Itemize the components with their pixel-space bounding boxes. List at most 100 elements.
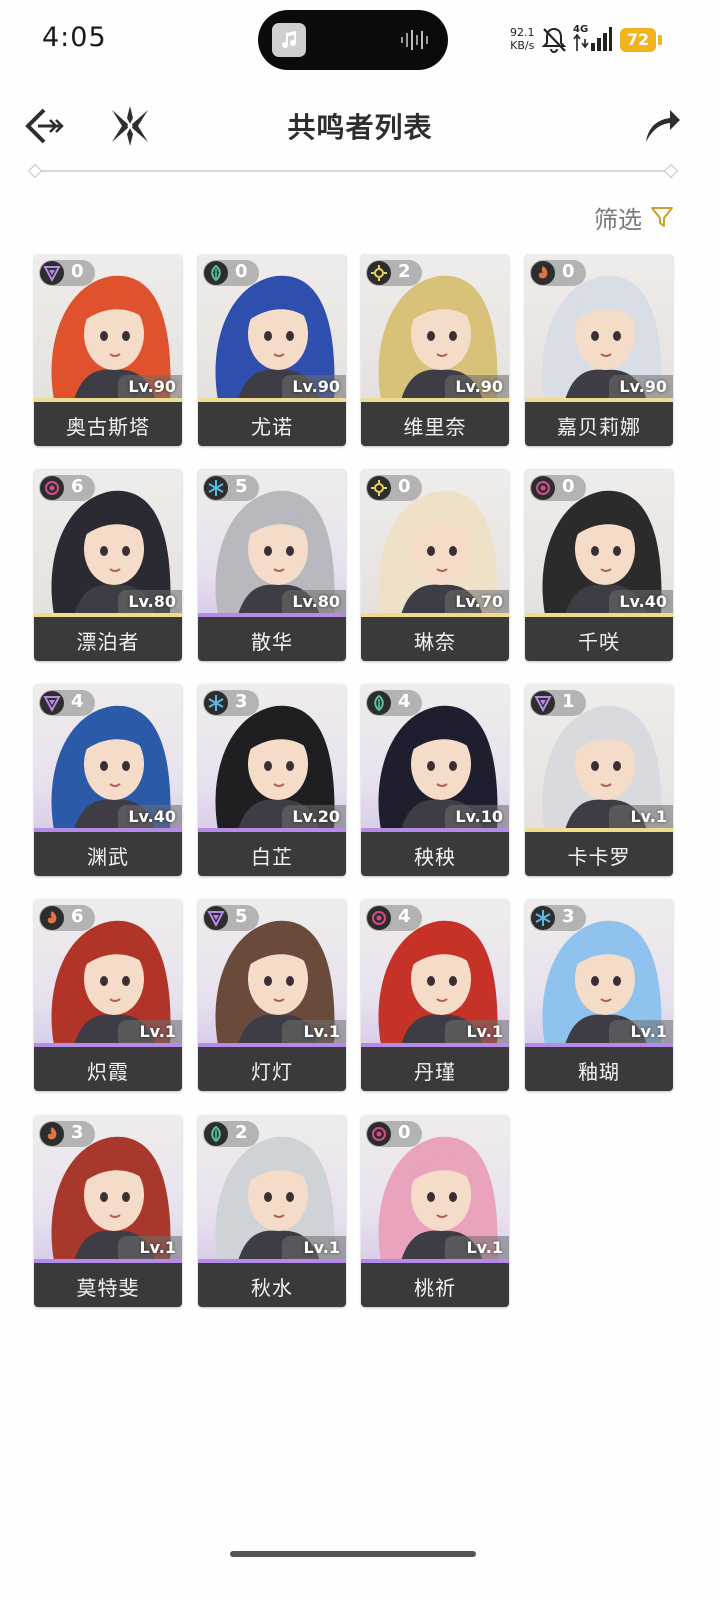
sequence-number: 5	[235, 476, 248, 497]
character-portrait-area: 0 Lv.40	[525, 469, 673, 615]
aero-element-icon	[204, 261, 228, 285]
character-portrait-area: 3 Lv.20	[198, 684, 346, 830]
character-card[interactable]: 4 Lv.1 丹瑾	[361, 899, 509, 1091]
share-button[interactable]	[640, 104, 684, 148]
dynamic-island[interactable]	[258, 10, 448, 70]
home-indicator[interactable]	[230, 1551, 476, 1557]
character-card[interactable]: 3 Lv.20 白芷	[198, 684, 346, 876]
character-portrait-area: 0 Lv.90	[34, 254, 182, 400]
character-card[interactable]: 2 Lv.1 秋水	[198, 1115, 346, 1307]
sequence-number: 4	[398, 906, 411, 927]
name-bar: 卡卡罗	[525, 832, 673, 876]
fusion-element-icon	[40, 1122, 64, 1146]
name-bar: 秋水	[198, 1263, 346, 1307]
electro-element-icon	[40, 261, 64, 285]
character-portrait-area: 4 Lv.1	[361, 899, 509, 1045]
sequence-badge: 0	[366, 1121, 422, 1147]
character-card[interactable]: 0 Lv.90 奥古斯塔	[34, 254, 182, 446]
character-name: 尤诺	[251, 415, 293, 439]
character-card[interactable]: 3 Lv.1 莫特斐	[34, 1115, 182, 1307]
sequence-badge: 4	[39, 690, 95, 716]
character-card[interactable]: 4 Lv.40 渊武	[34, 684, 182, 876]
sequence-badge: 0	[203, 260, 259, 286]
status-bar: 4:05 92.1 KB/s 4G 72	[0, 0, 720, 84]
sequence-number: 0	[235, 261, 248, 282]
havoc-element-icon	[367, 1122, 391, 1146]
sequence-badge: 5	[203, 905, 259, 931]
sequence-number: 0	[562, 476, 575, 497]
filter-button[interactable]: 筛选	[594, 200, 674, 234]
character-portrait-area: 0 Lv.70	[361, 469, 509, 615]
name-bar: 散华	[198, 617, 346, 661]
character-card[interactable]: 1 Lv.1 卡卡罗	[525, 684, 673, 876]
character-name: 嘉贝莉娜	[557, 415, 641, 439]
character-name: 莫特斐	[76, 1276, 140, 1300]
bell-muted-icon	[541, 27, 567, 53]
character-portrait-area: 3 Lv.1	[34, 1115, 182, 1261]
sequence-number: 3	[235, 691, 248, 712]
character-card[interactable]: 0 Lv.1 桃祈	[361, 1115, 509, 1307]
character-card[interactable]: 5 Lv.80 散华	[198, 469, 346, 661]
aero-element-icon	[367, 691, 391, 715]
sequence-number: 6	[71, 906, 84, 927]
character-card[interactable]: 0 Lv.70 琳奈	[361, 469, 509, 661]
character-level: Lv.1	[466, 1022, 503, 1041]
character-level: Lv.1	[303, 1022, 340, 1041]
character-level: Lv.1	[303, 1238, 340, 1257]
character-card[interactable]: 0 Lv.90 嘉贝莉娜	[525, 254, 673, 446]
sequence-number: 1	[562, 691, 575, 712]
name-bar: 维里奈	[361, 402, 509, 446]
name-bar: 秧秧	[361, 832, 509, 876]
character-card[interactable]: 6 Lv.1 炽霞	[34, 899, 182, 1091]
name-bar: 千咲	[525, 617, 673, 661]
character-card[interactable]: 0 Lv.90 尤诺	[198, 254, 346, 446]
electro-element-icon	[40, 691, 64, 715]
status-time: 4:05	[42, 22, 107, 53]
sequence-badge: 2	[203, 1121, 259, 1147]
character-card[interactable]: 2 Lv.90 维里奈	[361, 254, 509, 446]
name-bar: 奥古斯塔	[34, 402, 182, 446]
character-portrait-area: 5 Lv.80	[198, 469, 346, 615]
electro-element-icon	[531, 691, 555, 715]
sequence-badge: 4	[366, 690, 422, 716]
fusion-element-icon	[40, 906, 64, 930]
glacio-element-icon	[204, 691, 228, 715]
spectro-element-icon	[367, 476, 391, 500]
sequence-number: 0	[71, 261, 84, 282]
sequence-badge: 4	[366, 905, 422, 931]
character-name: 秋水	[251, 1276, 293, 1300]
sequence-number: 5	[235, 906, 248, 927]
sequence-badge: 6	[39, 475, 95, 501]
sequence-badge: 3	[203, 690, 259, 716]
character-level: Lv.1	[139, 1022, 176, 1041]
sequence-badge: 1	[530, 690, 586, 716]
character-card[interactable]: 0 Lv.40 千咲	[525, 469, 673, 661]
havoc-element-icon	[367, 906, 391, 930]
name-bar: 漂泊者	[34, 617, 182, 661]
divider-end-ornament-left	[27, 163, 43, 179]
character-name: 卡卡罗	[567, 845, 631, 869]
sequence-number: 2	[235, 1122, 248, 1143]
sequence-badge: 6	[39, 905, 95, 931]
character-portrait-area: 0 Lv.1	[361, 1115, 509, 1261]
character-name: 琳奈	[414, 630, 456, 654]
character-portrait-area: 1 Lv.1	[525, 684, 673, 830]
character-name: 奥古斯塔	[66, 415, 150, 439]
header-divider	[34, 170, 672, 172]
character-card[interactable]: 3 Lv.1 釉瑚	[525, 899, 673, 1091]
name-bar: 釉瑚	[525, 1047, 673, 1091]
fusion-element-icon	[531, 261, 555, 285]
name-bar: 炽霞	[34, 1047, 182, 1091]
character-name: 秧秧	[414, 845, 456, 869]
character-name: 千咲	[578, 630, 620, 654]
sequence-number: 4	[398, 691, 411, 712]
havoc-element-icon	[531, 476, 555, 500]
sequence-number: 4	[71, 691, 84, 712]
battery-level: 72	[626, 30, 650, 49]
character-card[interactable]: 4 Lv.10 秧秧	[361, 684, 509, 876]
character-card[interactable]: 6 Lv.80 漂泊者	[34, 469, 182, 661]
character-card[interactable]: 5 Lv.1 灯灯	[198, 899, 346, 1091]
character-level: Lv.1	[630, 1022, 667, 1041]
name-bar: 丹瑾	[361, 1047, 509, 1091]
battery-cap	[658, 35, 662, 45]
